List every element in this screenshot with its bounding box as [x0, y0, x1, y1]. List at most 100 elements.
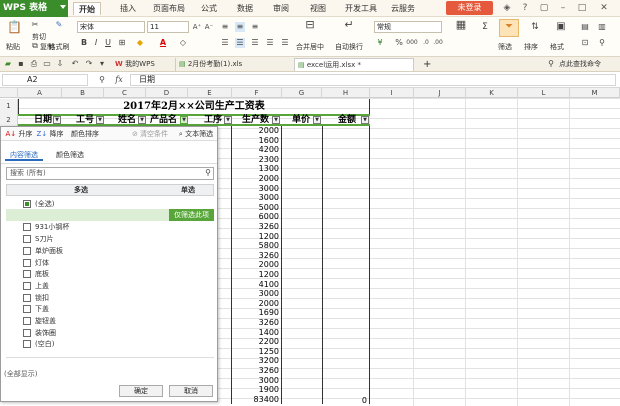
- menu-page-layout[interactable]: 页面布局: [149, 2, 189, 15]
- production-cell[interactable]: 1600: [231, 136, 281, 146]
- clear-condition-button[interactable]: ⊘ 清空条件: [129, 128, 171, 140]
- conditional-format-icon[interactable]: ▦: [453, 19, 469, 34]
- sort-button[interactable]: 排序: [520, 41, 542, 53]
- percent-button[interactable]: %: [394, 38, 404, 48]
- font-shrink-icon[interactable]: A⁻: [204, 22, 214, 32]
- wrap-text-button[interactable]: 自动换行: [330, 41, 368, 53]
- production-cell[interactable]: 2200: [231, 337, 281, 347]
- font-size-select[interactable]: 11: [147, 21, 189, 33]
- filter-icon[interactable]: ⏷: [503, 22, 515, 34]
- format-icon[interactable]: ▣: [556, 22, 566, 32]
- production-cell[interactable]: 4200: [231, 145, 281, 155]
- amount-total-cell[interactable]: 0: [323, 396, 369, 406]
- tab-doc-attendance[interactable]: ▤ 2月份考勤(1).xls: [175, 58, 285, 71]
- italic-button[interactable]: I: [91, 38, 101, 48]
- filter-checkbox[interactable]: [23, 235, 31, 244]
- decrease-decimal-icon[interactable]: .00: [433, 38, 443, 48]
- format-button[interactable]: 格式: [546, 41, 568, 53]
- increase-decimal-icon[interactable]: .0: [421, 38, 431, 48]
- sort-asc-button[interactable]: A↓ 升序: [4, 128, 34, 140]
- production-cell[interactable]: 83400: [231, 395, 281, 405]
- filter-checkbox[interactable]: [23, 223, 31, 232]
- filter-item-label[interactable]: 旋钮盖: [35, 315, 230, 327]
- menu-review[interactable]: 审阅: [268, 2, 294, 15]
- maximize-icon[interactable]: □: [575, 1, 589, 15]
- new-tab-button[interactable]: +: [420, 58, 432, 71]
- freeze-icon[interactable]: ⊡: [580, 38, 590, 48]
- menu-developer[interactable]: 开发工具: [341, 2, 381, 15]
- align-left-icon[interactable]: ☰: [220, 38, 230, 48]
- filter-item-label[interactable]: (空白): [35, 338, 230, 350]
- column-header-f[interactable]: F: [232, 88, 282, 98]
- tab-doc-excel[interactable]: ▤ excel运用.xlsx *: [294, 58, 414, 71]
- production-cell[interactable]: 3200: [231, 356, 281, 366]
- menu-insert[interactable]: 插入: [114, 2, 142, 15]
- clear-format-icon[interactable]: ◇: [178, 38, 188, 48]
- font-color-button[interactable]: A: [158, 38, 168, 48]
- text-filter-button[interactable]: ⌕ 文本筛选: [175, 128, 217, 140]
- production-cell[interactable]: 1200: [231, 270, 281, 280]
- align-right-icon[interactable]: ☰: [250, 38, 260, 48]
- filter-checkbox[interactable]: [23, 305, 31, 314]
- menu-data[interactable]: 数据: [232, 2, 258, 15]
- help-icon[interactable]: ?: [518, 1, 532, 15]
- rows-cols-icon[interactable]: ▤: [580, 22, 590, 32]
- production-cell[interactable]: 3000: [231, 193, 281, 203]
- production-cell[interactable]: 1200: [231, 232, 281, 242]
- sheet-title[interactable]: 2017年2月××公司生产工资表: [18, 99, 370, 114]
- more-quick-icon[interactable]: ▾: [97, 59, 107, 69]
- name-box[interactable]: A2: [2, 74, 88, 86]
- cut-icon[interactable]: ✂: [30, 20, 40, 30]
- menu-start[interactable]: 开始: [73, 2, 101, 15]
- filter-checkbox[interactable]: [23, 270, 31, 279]
- align-center-icon[interactable]: ☰: [235, 38, 245, 48]
- thousands-button[interactable]: 000: [405, 38, 419, 48]
- production-cell[interactable]: 3000: [231, 376, 281, 386]
- formula-input[interactable]: 日期: [130, 74, 616, 86]
- filter-item-label[interactable]: S刀片: [35, 233, 230, 245]
- column-header-a[interactable]: A: [18, 88, 62, 98]
- production-cell[interactable]: 5800: [231, 241, 281, 251]
- sum-button[interactable]: Σ: [480, 22, 490, 32]
- row-header-2[interactable]: 2: [0, 114, 18, 126]
- align-top-icon[interactable]: ≡: [220, 22, 230, 32]
- logo-dropdown-icon[interactable]: [60, 5, 66, 9]
- filter-checkbox[interactable]: [23, 281, 31, 290]
- filter-checkbox[interactable]: [23, 258, 31, 267]
- production-cell[interactable]: 3260: [231, 222, 281, 232]
- header-amount[interactable]: 金额: [336, 114, 364, 126]
- wrap-text-icon[interactable]: ↵: [342, 19, 356, 34]
- column-header-h[interactable]: H: [322, 88, 370, 98]
- filter-item-label[interactable]: 锁扣: [35, 292, 230, 304]
- filter-dropdown-product-active[interactable]: ▼: [180, 116, 188, 124]
- filter-checkbox[interactable]: [23, 246, 31, 255]
- app-logo[interactable]: WPS 表格: [0, 0, 68, 17]
- filter-dropdown-emp-id[interactable]: ▼: [96, 116, 104, 124]
- filter-checkbox[interactable]: [23, 293, 31, 302]
- production-cell[interactable]: 3260: [231, 318, 281, 328]
- production-cell[interactable]: 2000: [231, 126, 281, 136]
- merge-center-icon[interactable]: ⊟: [303, 19, 317, 34]
- underline-button[interactable]: U: [103, 38, 113, 48]
- filter-checkbox[interactable]: [23, 317, 31, 325]
- tab-content-filter[interactable]: 内容筛选: [5, 149, 43, 161]
- filter-item-label[interactable]: 下盖: [35, 303, 230, 315]
- production-cell[interactable]: 1250: [231, 347, 281, 357]
- filter-checkbox[interactable]: [23, 328, 31, 337]
- fill-color-icon[interactable]: ◆: [135, 38, 145, 48]
- filter-dropdown-process[interactable]: ▼: [224, 116, 232, 124]
- filter-search-input[interactable]: 搜索 (所有): [6, 167, 214, 180]
- column-header-b[interactable]: B: [62, 88, 104, 98]
- column-header-e[interactable]: E: [188, 88, 232, 98]
- format-painter-icon[interactable]: ✎: [54, 20, 64, 30]
- save-icon[interactable]: ▪: [16, 59, 26, 69]
- filter-dropdown-quantity[interactable]: ▼: [272, 116, 280, 124]
- color-sort-button[interactable]: 颜色排序: [67, 128, 103, 140]
- production-cell[interactable]: 6000: [231, 212, 281, 222]
- column-header-m[interactable]: M: [570, 88, 620, 98]
- fx-button[interactable]: fx: [112, 75, 126, 85]
- filter-item-label[interactable]: 上盖: [35, 280, 230, 292]
- font-grow-icon[interactable]: A⁺: [192, 22, 202, 32]
- minimize-icon[interactable]: –: [556, 1, 570, 15]
- multi-select-column[interactable]: 多选: [61, 184, 101, 196]
